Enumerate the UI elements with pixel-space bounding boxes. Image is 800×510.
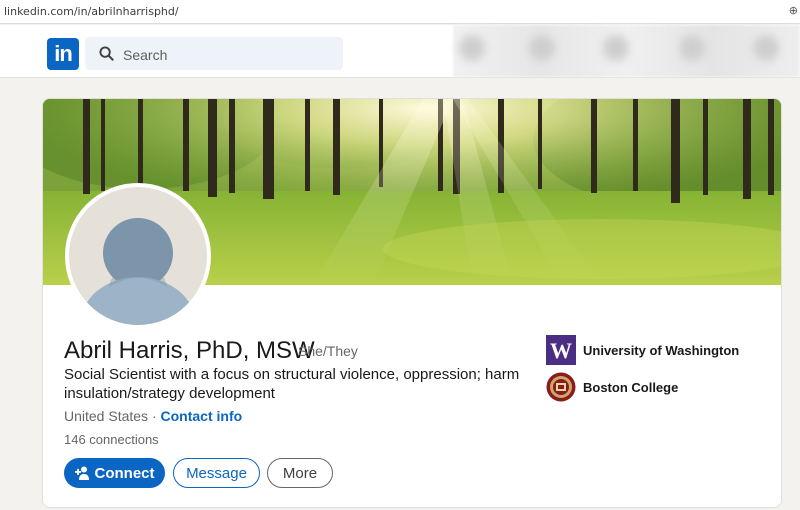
profile-name: Abril Harris, PhD, MSW [64, 337, 315, 364]
contact-info-link[interactable]: Contact info [161, 408, 243, 424]
more-button[interactable]: More [267, 458, 333, 488]
profile-pronouns: She/They [298, 343, 358, 359]
extension-icon[interactable]: ⊕ [789, 4, 798, 17]
search-icon [99, 46, 114, 61]
profile-avatar[interactable] [65, 183, 211, 329]
profile-headline: Social Scientist with a focus on structu… [64, 366, 520, 402]
education-item-boston-college[interactable]: Boston College [546, 372, 678, 402]
education-item-university-of-washington[interactable]: W University of Washington [546, 335, 739, 365]
default-avatar-icon [69, 187, 207, 325]
url-text: linkedin.com/in/abrilnharrisphd/ [4, 5, 179, 18]
message-button[interactable]: Message [173, 458, 260, 488]
connect-button[interactable]: Connect [64, 458, 165, 488]
search-box[interactable] [85, 37, 343, 72]
boston-college-seal-icon [546, 372, 576, 402]
uw-logo-icon: W [546, 335, 576, 365]
linkedin-logo-icon[interactable]: in [47, 38, 79, 70]
blurred-nav-icons [453, 25, 800, 77]
connections-count: 146 connections [64, 432, 159, 447]
add-person-icon [74, 466, 89, 480]
uw-logo-letter: W [550, 338, 572, 363]
profile-location-line: United States · Contact info [64, 408, 242, 424]
profile-location: United States [64, 408, 149, 424]
connect-label: Connect [94, 464, 155, 482]
browser-address-bar[interactable]: linkedin.com/in/abrilnharrisphd/ ⊕ [0, 0, 800, 24]
location-separator: · [151, 408, 157, 424]
search-input[interactable] [121, 37, 335, 72]
top-navbar: in [0, 25, 800, 78]
education-label: University of Washington [583, 342, 740, 358]
education-label: Boston College [583, 379, 679, 395]
